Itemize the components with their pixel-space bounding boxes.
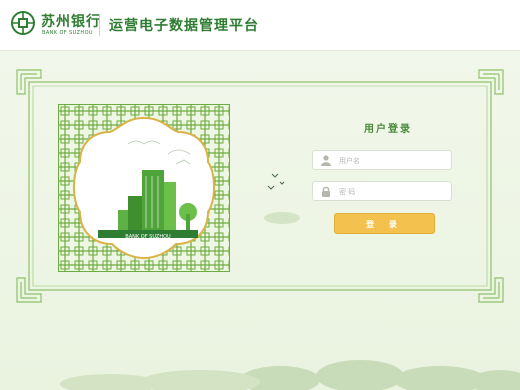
lock-icon (322, 186, 330, 197)
bank-name-en: BANK OF SUZHOU (42, 30, 93, 36)
bank-illustration-panel: BANK OF SUZHOU (58, 104, 230, 272)
bank-logo-icon (11, 11, 35, 35)
username-placeholder: 用户名 (339, 157, 360, 165)
top-header: 苏州银行 BANK OF SUZHOU 运营电子数据管理平台 (0, 0, 520, 51)
login-button-label: 登 录 (366, 220, 403, 229)
user-icon (321, 155, 331, 166)
bank-sign-text: BANK OF SUZHOU (125, 234, 171, 240)
header-divider (99, 14, 100, 36)
password-placeholder: 密 码 (339, 188, 356, 196)
password-field[interactable]: 密 码 (312, 181, 452, 201)
username-field[interactable]: 用户名 (312, 150, 452, 170)
misty-trees-left-decoration (60, 370, 260, 390)
bank-name-cn: 苏州银行 (41, 14, 101, 30)
login-button[interactable]: 登 录 (334, 213, 435, 234)
login-title: 用户登录 (364, 124, 412, 135)
misty-trees-decoration (240, 360, 520, 390)
platform-title: 运营电子数据管理平台 (109, 18, 259, 34)
